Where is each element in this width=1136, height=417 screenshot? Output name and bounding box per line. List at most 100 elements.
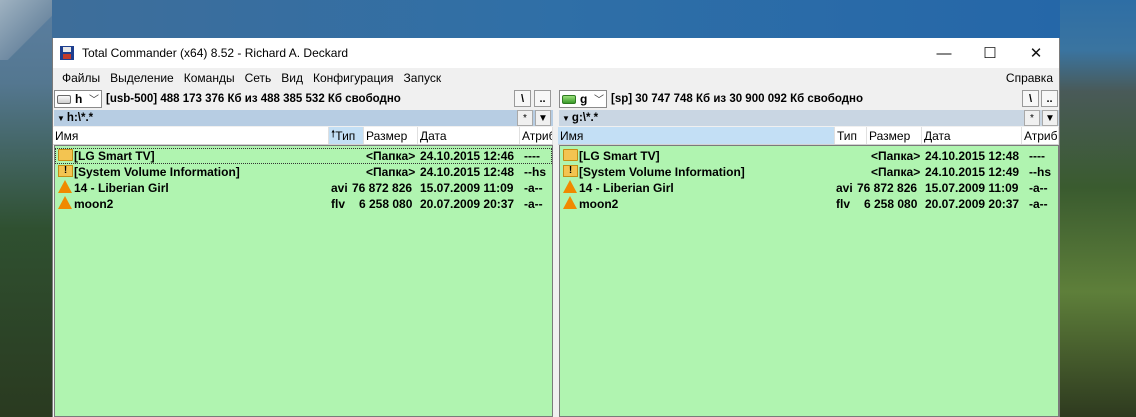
right-history-button[interactable]: ▼ xyxy=(1042,110,1058,126)
file-row[interactable]: ! [System Volume Information] <Папка> 24… xyxy=(560,164,1058,180)
left-history-button[interactable]: ▼ xyxy=(535,110,551,126)
right-path-bar[interactable]: ▼ g:\*.* * ▼ xyxy=(559,110,1059,126)
desktop-wallpaper-top xyxy=(52,0,1060,38)
file-type: flv xyxy=(331,197,346,211)
right-drive-bar: g ﹀ [sp] 30 747 748 Кб из 30 900 092 Кб … xyxy=(558,88,1059,110)
right-header-name[interactable]: Имя xyxy=(558,127,835,144)
right-path: g:\*.* xyxy=(571,112,599,124)
menu-commands[interactable]: Команды xyxy=(179,71,240,85)
file-date: 24.10.2015 12:49 xyxy=(925,165,1020,179)
menu-help[interactable]: Справка xyxy=(1006,71,1053,85)
file-name: [System Volume Information] xyxy=(74,165,240,179)
maximize-button[interactable]: ☐ xyxy=(967,38,1013,68)
file-name: moon2 xyxy=(579,197,619,211)
right-header-attr[interactable]: Атриб xyxy=(1022,127,1059,144)
right-drive-info: [sp] 30 747 748 Кб из 30 900 092 Кб своб… xyxy=(611,93,863,105)
file-type: flv xyxy=(836,197,851,211)
right-header-date[interactable]: Дата xyxy=(922,127,1022,144)
file-row[interactable]: 14 - Liberian Girl avi 76 872 826 15.07.… xyxy=(560,180,1058,196)
file-row[interactable]: ! [System Volume Information] <Папка> 24… xyxy=(55,164,552,180)
file-attr: ---- xyxy=(524,149,540,163)
vlc-cone-icon xyxy=(563,180,577,193)
file-attr: --hs xyxy=(1029,165,1051,179)
file-attr: -a-- xyxy=(524,197,543,211)
chevron-down-icon: ﹀ xyxy=(594,95,604,106)
total-commander-window: Total Commander (x64) 8.52 - Richard A. … xyxy=(52,38,1060,417)
file-type: avi xyxy=(331,181,348,195)
chevron-down-icon: ﹀ xyxy=(89,95,99,106)
file-date: 24.10.2015 12:48 xyxy=(925,149,1020,163)
file-size: <Папка> xyxy=(366,149,416,163)
desktop-wallpaper-left xyxy=(0,0,52,417)
right-header-type[interactable]: Тип xyxy=(835,127,867,144)
file-size: 76 872 826 xyxy=(352,181,413,195)
file-row[interactable]: moon2 flv 6 258 080 20.07.2009 20:37 -a-… xyxy=(560,196,1058,212)
file-name: [LG Smart TV] xyxy=(579,149,660,163)
left-header-type[interactable]: 🠕 Тип xyxy=(329,127,364,144)
usb-drive-icon xyxy=(562,94,576,104)
file-size: <Папка> xyxy=(366,165,416,179)
file-attr: -a-- xyxy=(1029,181,1048,195)
file-size: 6 258 080 xyxy=(864,197,918,211)
vlc-cone-icon xyxy=(563,196,577,209)
left-path-bar[interactable]: ▼ h:\*.* * ▼ xyxy=(54,110,553,126)
left-panel: h ﹀ [usb-500] 488 173 376 Кб из 488 385 … xyxy=(53,88,553,417)
folder-icon xyxy=(563,149,578,161)
file-size: 6 258 080 xyxy=(359,197,413,211)
minimize-button[interactable]: — xyxy=(921,38,967,68)
file-row[interactable]: moon2 flv 6 258 080 20.07.2009 20:37 -a-… xyxy=(55,196,552,212)
file-name: 14 - Liberian Girl xyxy=(579,181,674,195)
right-column-headers: Имя Тип Размер Дата Атриб xyxy=(558,127,1059,145)
title-bar[interactable]: Total Commander (x64) 8.52 - Richard A. … xyxy=(53,38,1059,68)
file-date: 15.07.2009 11:09 xyxy=(420,181,514,195)
menu-network[interactable]: Сеть xyxy=(240,71,277,85)
file-size: <Папка> xyxy=(871,165,921,179)
file-name: [LG Smart TV] xyxy=(74,149,155,163)
right-file-list[interactable]: [LG Smart TV] <Папка> 24.10.2015 12:48 -… xyxy=(559,145,1059,417)
panels: h ﹀ [usb-500] 488 173 376 Кб из 488 385 … xyxy=(53,88,1059,417)
right-filter-button[interactable]: * xyxy=(1024,110,1040,126)
right-up-button[interactable]: .. xyxy=(1041,90,1058,107)
menu-files[interactable]: Файлы xyxy=(57,71,105,85)
left-header-size[interactable]: Размер xyxy=(364,127,418,144)
left-drive-bar: h ﹀ [usb-500] 488 173 376 Кб из 488 385 … xyxy=(53,88,553,110)
history-icon: ▼ xyxy=(57,113,65,123)
left-filter-button[interactable]: * xyxy=(517,110,533,126)
menu-configuration[interactable]: Конфигурация xyxy=(308,71,399,85)
vlc-cone-icon xyxy=(58,180,72,193)
right-panel: g ﹀ [sp] 30 747 748 Кб из 30 900 092 Кб … xyxy=(558,88,1059,417)
menu-view[interactable]: Вид xyxy=(276,71,308,85)
menu-launch[interactable]: Запуск xyxy=(399,71,447,85)
left-header-attr[interactable]: Атрибу xyxy=(520,127,553,144)
right-header-size[interactable]: Размер xyxy=(867,127,922,144)
left-root-button[interactable]: \ xyxy=(514,90,531,107)
wallpaper-mountain xyxy=(0,0,52,60)
file-row[interactable]: [LG Smart TV] <Папка> 24.10.2015 12:48 -… xyxy=(560,148,1058,164)
folder-icon xyxy=(58,149,73,161)
history-icon: ▼ xyxy=(562,113,570,123)
left-header-date[interactable]: Дата xyxy=(418,127,520,144)
file-attr: --hs xyxy=(524,165,546,179)
left-drive-letter: h xyxy=(75,92,83,106)
file-date: 15.07.2009 11:09 xyxy=(925,181,1019,195)
left-drive-select[interactable]: h ﹀ xyxy=(54,90,102,108)
right-drive-select[interactable]: g ﹀ xyxy=(559,90,607,108)
file-row[interactable]: [LG Smart TV] <Папка> 24.10.2015 12:46 -… xyxy=(55,148,552,164)
menu-selection[interactable]: Выделение xyxy=(105,71,179,85)
file-name: moon2 xyxy=(74,197,114,211)
vlc-cone-icon xyxy=(58,196,72,209)
right-drive-letter: g xyxy=(580,92,588,106)
left-column-headers: Имя 🠕Тип Размер Дата Атрибу xyxy=(53,127,553,145)
right-root-button[interactable]: \ xyxy=(1022,90,1039,107)
menu-bar: Файлы Выделение Команды Сеть Вид Конфигу… xyxy=(53,68,1059,88)
folder-warning-icon: ! xyxy=(58,165,73,177)
left-header-name[interactable]: Имя xyxy=(53,127,329,144)
file-date: 24.10.2015 12:48 xyxy=(420,165,515,179)
left-file-list[interactable]: [LG Smart TV] <Папка> 24.10.2015 12:46 -… xyxy=(54,145,553,417)
left-up-button[interactable]: .. xyxy=(534,90,551,107)
file-type: avi xyxy=(836,181,853,195)
close-button[interactable]: ✕ xyxy=(1013,38,1059,68)
file-attr: -a-- xyxy=(524,181,543,195)
file-name: [System Volume Information] xyxy=(579,165,745,179)
file-row[interactable]: 14 - Liberian Girl avi 76 872 826 15.07.… xyxy=(55,180,552,196)
